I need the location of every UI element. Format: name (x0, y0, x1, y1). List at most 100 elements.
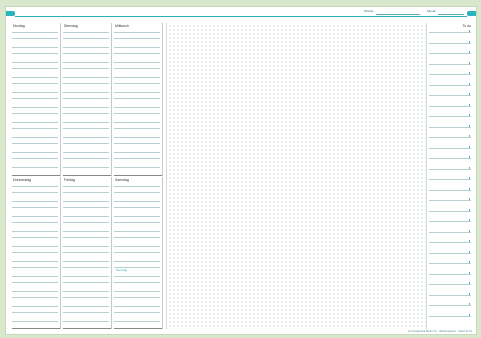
writing-line-donnerstag[interactable] (12, 237, 58, 238)
writing-line-dienstag[interactable] (63, 77, 109, 78)
writing-line-samstag[interactable] (114, 237, 160, 238)
writing-line-donnerstag[interactable] (12, 246, 58, 247)
writing-line-montag[interactable] (12, 62, 58, 63)
todo-line[interactable] (429, 252, 471, 254)
writing-line-montag[interactable] (12, 152, 58, 153)
writing-line-montag[interactable] (12, 98, 58, 99)
todo-line[interactable] (429, 116, 471, 117)
dot-grid-notes-area[interactable] (166, 23, 427, 329)
todo-checkbox-tick[interactable] (469, 282, 470, 284)
writing-line-dienstag[interactable] (63, 83, 109, 84)
writing-line-samstag[interactable] (114, 276, 160, 277)
writing-line-donnerstag[interactable] (12, 231, 58, 232)
todo-checkbox-tick[interactable] (469, 124, 470, 127)
todo-checkbox-tick[interactable] (469, 292, 470, 295)
writing-line-freitag[interactable] (63, 201, 109, 202)
todo-checkbox-tick[interactable] (469, 40, 470, 43)
writing-line-dienstag[interactable] (63, 38, 109, 39)
todo-line[interactable] (429, 105, 471, 107)
writing-line-dienstag[interactable] (63, 98, 109, 99)
week-field[interactable] (376, 14, 420, 15)
todo-checkbox-tick[interactable] (469, 240, 470, 242)
todo-checkbox-tick[interactable] (469, 72, 470, 74)
todo-line[interactable] (429, 137, 471, 138)
todo-checkbox-tick[interactable] (469, 177, 470, 179)
writing-line-donnerstag[interactable] (12, 291, 58, 292)
writing-line-samstag[interactable] (114, 222, 160, 223)
todo-line[interactable] (429, 126, 471, 128)
writing-line-dienstag[interactable] (63, 62, 109, 63)
writing-line-dienstag[interactable] (63, 152, 109, 153)
todo-checkbox-tick[interactable] (469, 250, 470, 253)
todo-checkbox-tick[interactable] (469, 93, 470, 95)
writing-line-freitag[interactable] (63, 231, 109, 232)
todo-checkbox-tick[interactable] (469, 30, 470, 32)
todo-line[interactable] (429, 210, 471, 212)
writing-line-freitag[interactable] (63, 261, 109, 262)
writing-line-donnerstag[interactable] (12, 216, 58, 217)
writing-line-dienstag[interactable] (63, 53, 109, 54)
todo-line[interactable] (429, 273, 471, 275)
todo-line[interactable] (429, 179, 471, 180)
writing-line-dienstag[interactable] (63, 92, 109, 93)
writing-line-mittwoch[interactable] (114, 107, 160, 108)
writing-line-samstag[interactable] (114, 207, 160, 208)
writing-line-dienstag[interactable] (63, 113, 109, 114)
writing-line-mittwoch[interactable] (114, 137, 160, 138)
writing-line-samstag[interactable] (114, 267, 160, 268)
todo-checkbox-tick[interactable] (469, 198, 470, 200)
writing-line-montag[interactable] (12, 158, 58, 159)
writing-line-samstag[interactable] (114, 216, 160, 217)
writing-line-mittwoch[interactable] (114, 62, 160, 63)
todo-checkbox-tick[interactable] (469, 135, 470, 137)
writing-line-samstag[interactable] (114, 261, 160, 262)
writing-line-donnerstag[interactable] (12, 321, 58, 322)
writing-line-donnerstag[interactable] (12, 261, 58, 262)
writing-line-mittwoch[interactable] (114, 38, 160, 39)
writing-line-mittwoch[interactable] (114, 128, 160, 129)
writing-line-samstag[interactable] (114, 252, 160, 253)
writing-line-mittwoch[interactable] (114, 83, 160, 84)
todo-line[interactable] (429, 189, 471, 191)
writing-line-mittwoch[interactable] (114, 32, 160, 33)
writing-line-samstag[interactable] (114, 321, 160, 322)
writing-line-mittwoch[interactable] (114, 77, 160, 78)
todo-checkbox-tick[interactable] (469, 51, 470, 53)
writing-line-freitag[interactable] (63, 312, 109, 313)
todo-checkbox-tick[interactable] (469, 103, 470, 106)
todo-line[interactable] (429, 168, 471, 170)
writing-line-mittwoch[interactable] (114, 152, 160, 153)
writing-line-montag[interactable] (12, 113, 58, 114)
todo-checkbox-tick[interactable] (469, 114, 470, 116)
todo-line[interactable] (429, 147, 471, 149)
todo-line[interactable] (429, 63, 471, 65)
writing-line-mittwoch[interactable] (114, 143, 160, 144)
writing-line-donnerstag[interactable] (12, 192, 58, 193)
writing-line-mittwoch[interactable] (114, 53, 160, 54)
writing-line-freitag[interactable] (63, 282, 109, 283)
writing-line-dienstag[interactable] (63, 143, 109, 144)
todo-line[interactable] (429, 242, 471, 243)
writing-line-donnerstag[interactable] (12, 282, 58, 283)
writing-line-mittwoch[interactable] (114, 98, 160, 99)
todo-checkbox-tick[interactable] (469, 229, 470, 232)
writing-line-samstag[interactable] (114, 297, 160, 298)
writing-line-montag[interactable] (12, 92, 58, 93)
writing-line-montag[interactable] (12, 167, 58, 168)
writing-line-samstag[interactable] (114, 291, 160, 292)
writing-line-freitag[interactable] (63, 252, 109, 253)
todo-checkbox-tick[interactable] (469, 208, 470, 211)
todo-line[interactable] (429, 74, 471, 75)
todo-line[interactable] (429, 53, 471, 54)
writing-line-mittwoch[interactable] (114, 158, 160, 159)
writing-line-mittwoch[interactable] (114, 167, 160, 168)
todo-checkbox-tick[interactable] (469, 156, 470, 158)
writing-line-samstag[interactable] (114, 246, 160, 247)
todo-checkbox-tick[interactable] (469, 61, 470, 64)
writing-line-dienstag[interactable] (63, 68, 109, 69)
writing-line-donnerstag[interactable] (12, 201, 58, 202)
writing-line-samstag[interactable] (114, 186, 160, 187)
writing-line-montag[interactable] (12, 47, 58, 48)
todo-line[interactable] (429, 284, 471, 285)
writing-line-dienstag[interactable] (63, 32, 109, 33)
